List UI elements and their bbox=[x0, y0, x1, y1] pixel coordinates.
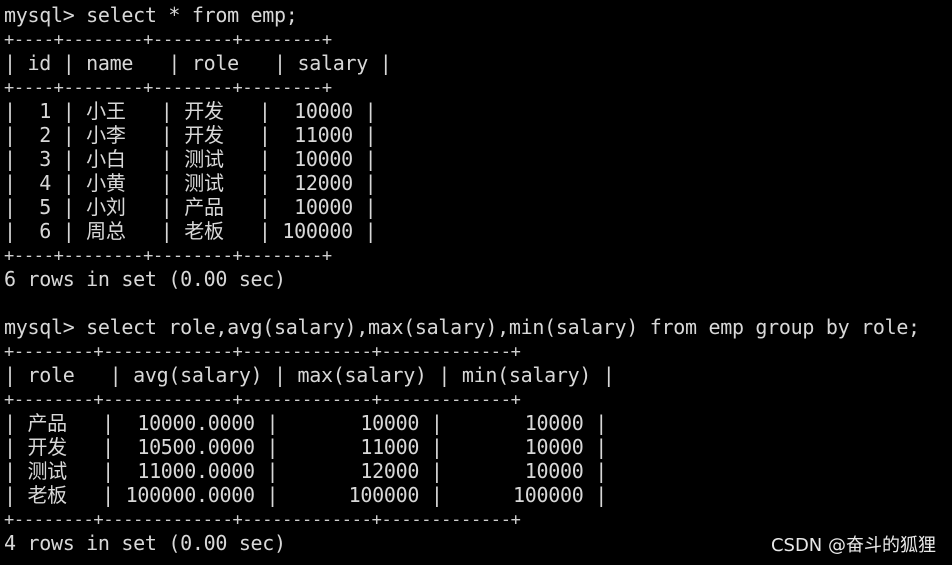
csdn-watermark: CSDN @奋斗的狐狸 bbox=[770, 535, 936, 556]
table-border-header: +----+--------+--------+--------+ bbox=[4, 78, 332, 98]
table-row: | 2 | 小李 | 开发 | 11000 | bbox=[4, 123, 377, 147]
table-border-bottom: +--------+-------------+-------------+--… bbox=[4, 510, 521, 530]
table-border-bottom: +----+--------+--------+--------+ bbox=[4, 246, 332, 266]
table-header-row: | id | name | role | salary | bbox=[4, 51, 392, 75]
table-row: | 3 | 小白 | 测试 | 10000 | bbox=[4, 147, 377, 171]
table-row: | 5 | 小刘 | 产品 | 10000 | bbox=[4, 195, 377, 219]
table-border-header: +--------+-------------+-------------+--… bbox=[4, 390, 521, 410]
table-row: | 6 | 周总 | 老板 | 100000 | bbox=[4, 219, 377, 243]
table-row: | 测试 | 11000.0000 | 12000 | 10000 | bbox=[4, 459, 607, 483]
table-header-row: | role | avg(salary) | max(salary) | min… bbox=[4, 363, 615, 387]
terminal-window[interactable]: mysql> select * from emp; +----+--------… bbox=[4, 3, 948, 563]
prompt-line-1: mysql> select * from emp; bbox=[4, 3, 298, 27]
table-row: | 4 | 小黄 | 测试 | 12000 | bbox=[4, 171, 377, 195]
table-row: | 产品 | 10000.0000 | 10000 | 10000 | bbox=[4, 411, 607, 435]
table-row: | 开发 | 10500.0000 | 11000 | 10000 | bbox=[4, 435, 607, 459]
table-border-top: +----+--------+--------+--------+ bbox=[4, 30, 332, 50]
prompt-line-2: mysql> select role,avg(salary),max(salar… bbox=[4, 315, 920, 339]
table-row: | 老板 | 100000.0000 | 100000 | 100000 | bbox=[4, 483, 607, 507]
table-row: | 1 | 小王 | 开发 | 10000 | bbox=[4, 99, 377, 123]
result-summary: 4 rows in set (0.00 sec) bbox=[4, 531, 286, 555]
table-border-top: +--------+-------------+-------------+--… bbox=[4, 342, 521, 362]
result-summary: 6 rows in set (0.00 sec) bbox=[4, 267, 286, 291]
